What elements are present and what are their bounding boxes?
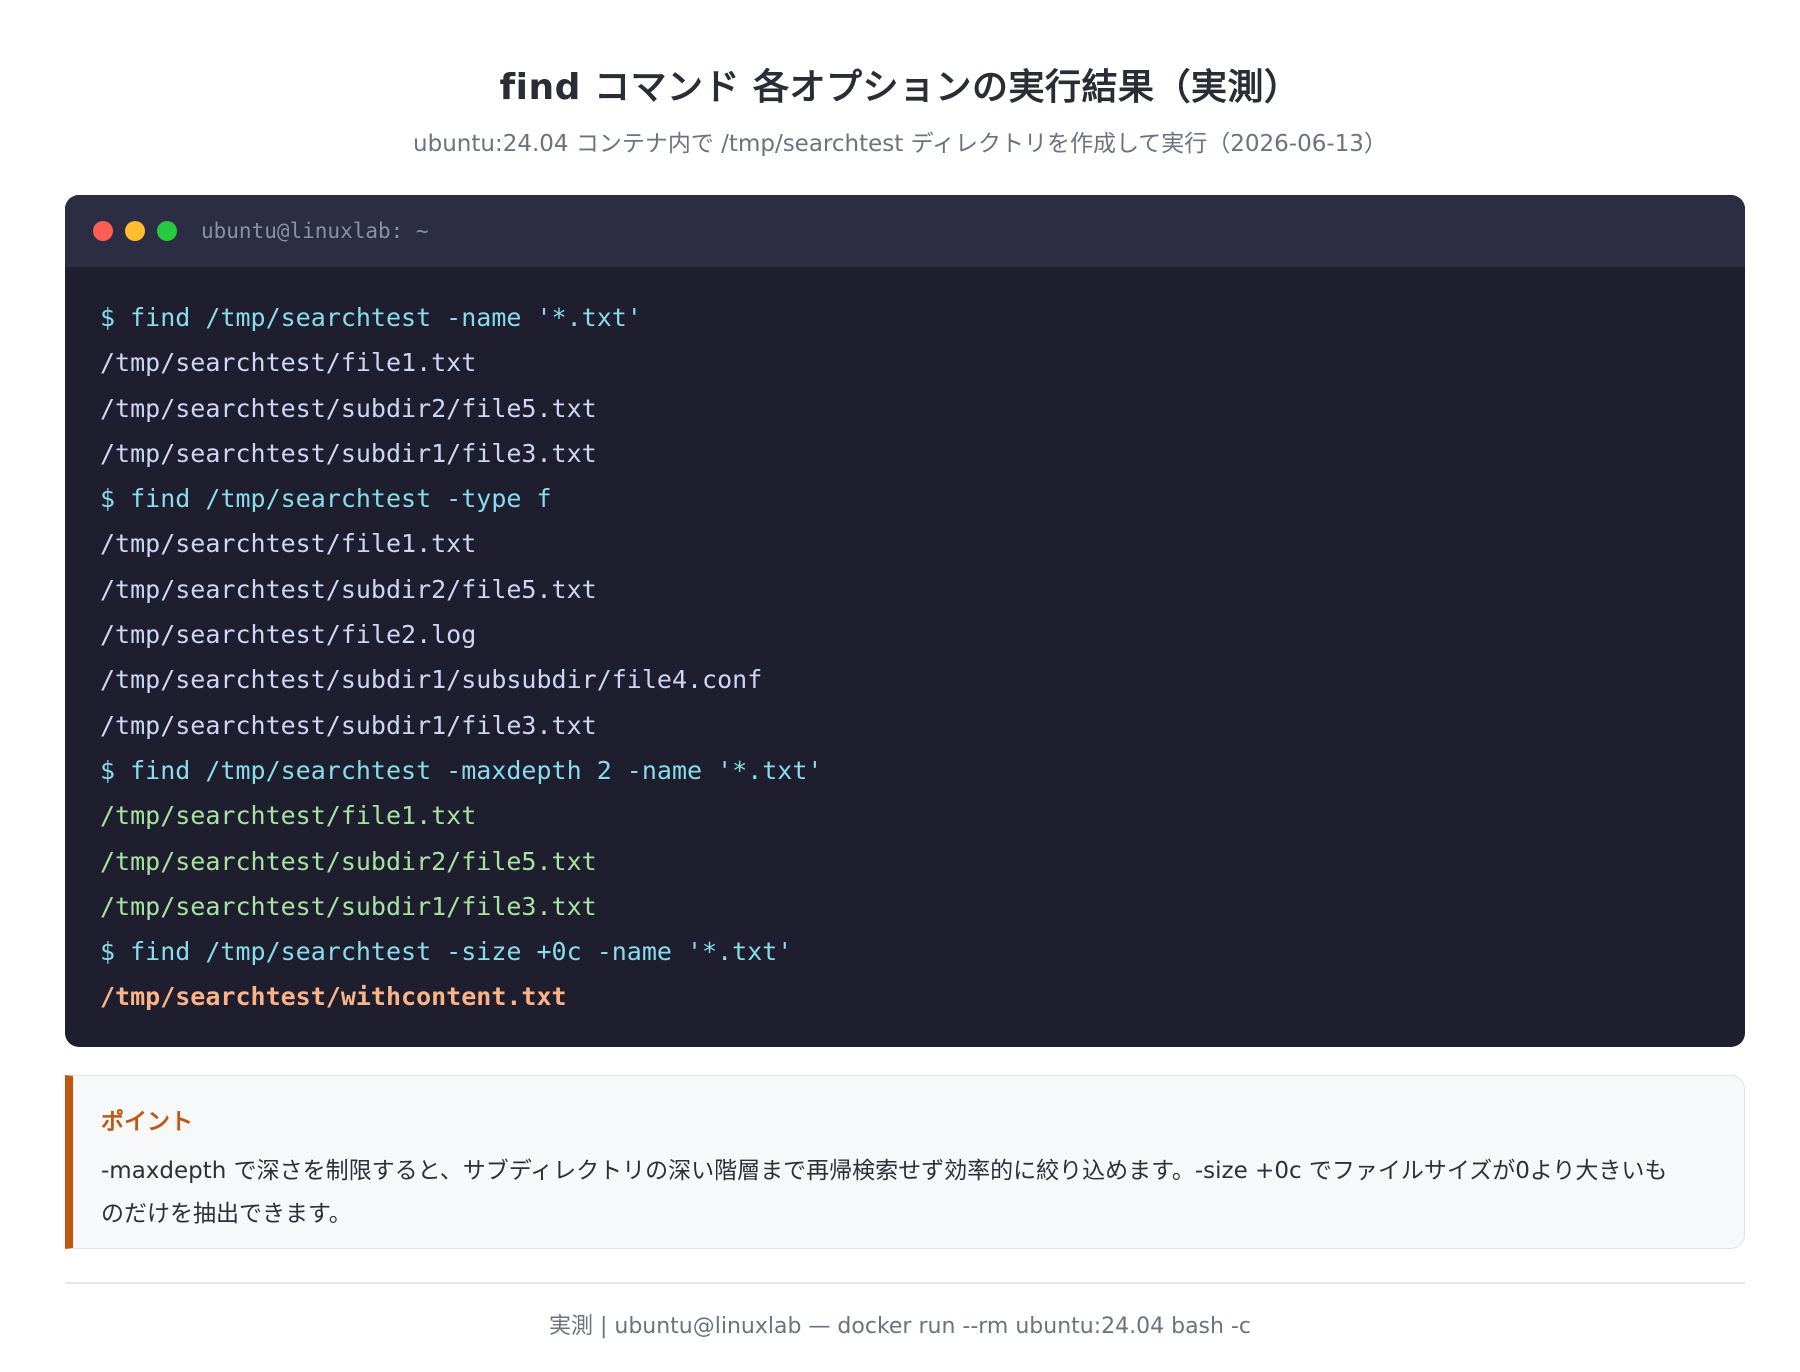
terminal-window: ubuntu@linuxlab: ~ $ find /tmp/searchtes…	[65, 195, 1745, 1047]
terminal-output-line: /tmp/searchtest/subdir1/file3.txt	[100, 891, 597, 921]
callout-title: ポイント	[101, 1109, 193, 1135]
callout-body-line: のだけを抽出できます。	[101, 1201, 352, 1227]
terminal-command-line: $ find /tmp/searchtest -name '*.txt'	[100, 303, 642, 332]
page-title: find コマンド 各オプションの実行結果（実測）	[499, 67, 1301, 108]
terminal-titlebar: ubuntu@linuxlab: ~	[65, 195, 1745, 267]
terminal-output-line: /tmp/searchtest/subdir2/file5.txt	[100, 574, 597, 604]
terminal-command-line: $ find /tmp/searchtest -maxdepth 2 -name…	[100, 755, 823, 785]
maximize-window-dot-icon[interactable]	[157, 221, 177, 241]
terminal-command-line: $ find /tmp/searchtest -type f	[100, 484, 552, 514]
terminal-output-line: /tmp/searchtest/file1.txt	[100, 529, 477, 559]
footer-text: 実測 | ubuntu@linuxlab — docker run --rm u…	[548, 1314, 1251, 1339]
terminal-output-line: /tmp/searchtest/subdir1/file3.txt	[100, 438, 597, 468]
terminal-output-line: /tmp/searchtest/subdir2/file5.txt	[100, 393, 597, 423]
close-window-dot-icon[interactable]	[93, 221, 113, 241]
terminal-output-line: /tmp/searchtest/file1.txt	[100, 348, 477, 378]
point-callout: ポイント -maxdepth で深さを制限すると、サブディレクトリの深い階層まで…	[65, 1075, 1745, 1249]
terminal-title: ubuntu@linuxlab: ~	[201, 219, 429, 243]
minimize-window-dot-icon[interactable]	[125, 221, 145, 241]
terminal-output-line: /tmp/searchtest/subdir2/file5.txt	[100, 846, 597, 876]
page: find コマンド 各オプションの実行結果（実測） ubuntu:24.04 コ…	[0, 0, 1800, 1372]
callout-body: -maxdepth で深さを制限すると、サブディレクトリの深い階層まで再帰検索せ…	[101, 1150, 1716, 1236]
terminal-output-line: /tmp/searchtest/file2.log	[100, 620, 477, 650]
terminal-command-line: $ find /tmp/searchtest -size +0c -name '…	[100, 937, 793, 967]
page-subtitle: ubuntu:24.04 コンテナ内で /tmp/searchtest ディレク…	[413, 131, 1387, 157]
callout-body-line: -maxdepth で深さを制限すると、サブディレクトリの深い階層まで再帰検索せ…	[101, 1158, 1668, 1184]
terminal-output-line: /tmp/searchtest/subdir1/subsubdir/file4.…	[100, 665, 763, 695]
footer-divider	[65, 1282, 1745, 1284]
terminal-output-line: /tmp/searchtest/subdir1/file3.txt	[100, 710, 597, 740]
terminal-output-line: /tmp/searchtest/file1.txt	[100, 801, 477, 831]
terminal-output-line: /tmp/searchtest/withcontent.txt	[100, 982, 567, 1012]
terminal-output[interactable]: $ find /tmp/searchtest -name '*.txt' /tm…	[65, 267, 1745, 1020]
